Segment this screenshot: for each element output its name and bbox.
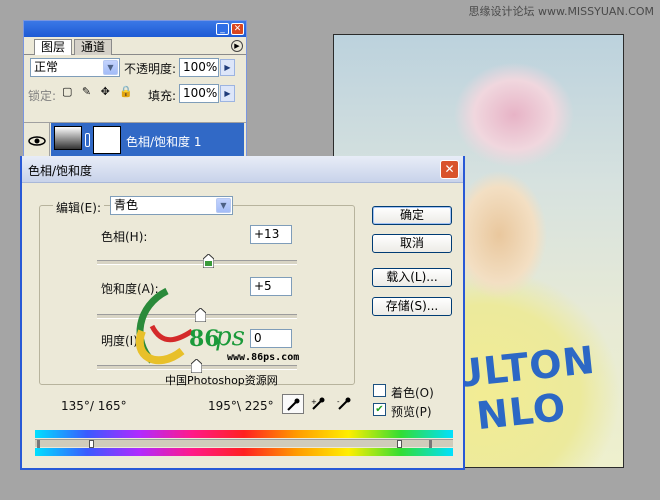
site-watermark: 思缘设计论坛 www.MISSYUAN.COM	[468, 5, 654, 18]
layer-name: 色相/饱和度 1	[126, 135, 202, 149]
lock-label: 锁定:	[28, 89, 57, 103]
eyedropper-icon[interactable]	[282, 394, 304, 414]
watermark-url: www.86ps.com	[227, 352, 300, 363]
hue-slider-track[interactable]	[97, 260, 297, 265]
fill-label: 填充:	[148, 89, 177, 103]
chevron-down-icon: ▼	[216, 198, 231, 213]
ok-button[interactable]: 确定	[372, 206, 452, 225]
range-left-label: 135°/ 165°	[61, 399, 127, 413]
chevron-down-icon: ▼	[103, 60, 118, 75]
logo-graphic	[135, 287, 194, 365]
range-left-handle[interactable]	[37, 440, 40, 448]
eyedropper-plus-icon[interactable]: +	[308, 394, 330, 414]
svg-text:+: +	[311, 398, 317, 406]
hue-label: 色相(H):	[101, 230, 148, 244]
blend-mode-value: 正常	[34, 60, 59, 74]
lock-icons[interactable]: ▢ ✎ ✥ 🔒	[62, 85, 133, 98]
hue-input[interactable]: +13	[250, 225, 292, 244]
save-button[interactable]: 存储(S)...	[372, 297, 452, 316]
selected-layer[interactable]: 色相/饱和度 1	[51, 123, 244, 159]
blend-mode-select[interactable]: 正常 ▼	[30, 58, 120, 77]
output-spectrum-bar	[35, 448, 453, 456]
dialog-titlebar: 色相/饱和度 ✕	[22, 156, 463, 183]
watermark-site-name: 中国Photoshop资源网	[165, 374, 278, 387]
hue-slider-thumb[interactable]	[203, 254, 214, 268]
preview-checkbox[interactable]: ✔	[373, 403, 386, 416]
layers-titlebar: _ ✕	[24, 21, 246, 37]
svg-text:-: -	[337, 398, 340, 406]
range-right-label: 195°\ 225°	[208, 399, 274, 413]
range-right-handle[interactable]	[429, 440, 432, 448]
colorize-checkbox[interactable]	[373, 384, 386, 397]
cancel-button[interactable]: 取消	[372, 234, 452, 253]
adjustment-layer-thumbnail	[54, 126, 82, 150]
eye-icon[interactable]	[24, 123, 50, 159]
hue-saturation-dialog: 色相/饱和度 ✕ 编辑(E): 青色 ▼ 色相(H): +13 饱和度(A): …	[20, 156, 465, 470]
edit-select[interactable]: 青色 ▼	[110, 196, 233, 215]
eyedropper-minus-icon[interactable]: -	[334, 394, 356, 414]
link-icon	[85, 133, 90, 147]
shirt-print: ULTON NLO	[450, 338, 602, 441]
fill-input[interactable]: 100%	[179, 84, 219, 103]
ps-mark: ps	[215, 322, 245, 352]
layers-panel: _ ✕ 图层 通道 ▶ 正常 ▼ 不透明度: 100% ▶ 锁定: ▢ ✎ ✥ …	[23, 20, 247, 161]
close-icon[interactable]: ✕	[440, 160, 459, 179]
watermark-logo: 86 ps www.86ps.com 中国Photoshop资源网	[127, 286, 327, 396]
panel-menu-icon[interactable]: ▶	[231, 40, 243, 52]
opacity-input[interactable]: 100%	[179, 58, 219, 77]
mask-thumbnail	[93, 126, 121, 154]
close-icon[interactable]: ✕	[231, 23, 244, 35]
range-left-inner-handle[interactable]	[89, 440, 94, 448]
input-spectrum-bar	[35, 430, 453, 438]
range-slider-track[interactable]	[35, 439, 453, 448]
layer-row[interactable]: 色相/饱和度 1	[24, 122, 246, 159]
fill-arrow-icon[interactable]: ▶	[220, 85, 235, 102]
minimize-icon[interactable]: _	[216, 23, 229, 35]
colorize-label: 着色(O)	[391, 386, 434, 400]
edit-label: 编辑(E):	[53, 199, 104, 216]
preview-label: 预览(P)	[391, 405, 432, 419]
opacity-arrow-icon[interactable]: ▶	[220, 59, 235, 76]
opacity-label: 不透明度:	[124, 62, 177, 76]
tab-channels[interactable]: 通道	[74, 39, 113, 55]
dialog-title: 色相/饱和度	[28, 164, 93, 178]
layers-tabs: 图层 通道 ▶	[24, 37, 246, 55]
edit-select-value: 青色	[114, 198, 139, 212]
tab-layers[interactable]: 图层	[34, 39, 73, 55]
load-button[interactable]: 载入(L)...	[372, 268, 452, 287]
range-right-inner-handle[interactable]	[397, 440, 402, 448]
